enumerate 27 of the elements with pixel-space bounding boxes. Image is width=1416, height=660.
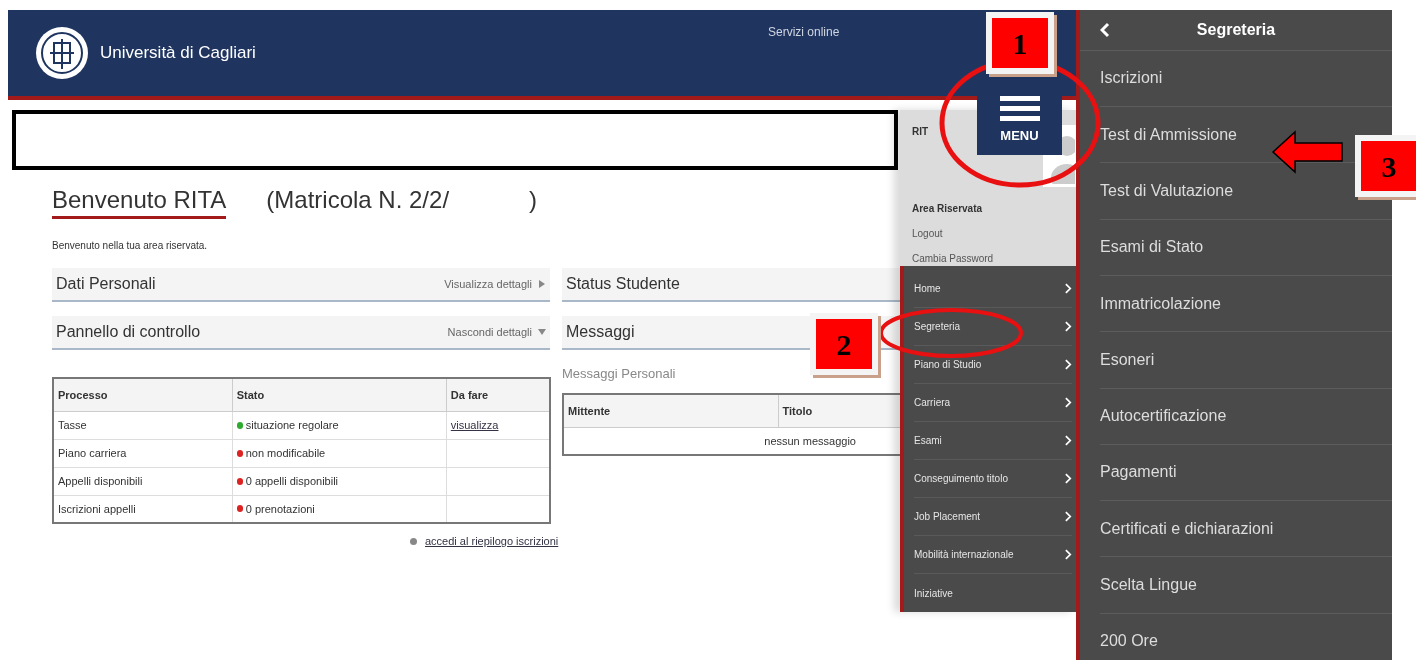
step-number-badge: 3 [1361, 141, 1416, 191]
column-header: Stato [232, 378, 447, 411]
table-cell: Piano carriera [53, 439, 233, 467]
section-title: Pannello di controllo [56, 322, 201, 342]
step-number-badge: 2 [816, 319, 872, 369]
empty-message-text: nessun messaggio [764, 434, 856, 447]
section-title: Status Studente [566, 274, 680, 294]
step-number-badge: 1 [992, 18, 1048, 68]
status-text: situazione regolare [245, 417, 339, 433]
matricola-text: (Matricola N. 2/2/ [266, 185, 450, 215]
section-title: Dati Personali [56, 274, 156, 294]
column-header: Processo [53, 378, 233, 411]
user-name: RIT [912, 125, 929, 139]
submenu-title: Segreteria [1195, 19, 1277, 40]
welcome-title: Benvenuto RITA [52, 188, 227, 219]
status-text: 0 prenotazioni [245, 501, 315, 517]
status-text: non modificabile [245, 445, 326, 461]
table-cell: Appelli disponibili [53, 467, 233, 495]
column-header: Mittente [563, 394, 778, 427]
closing-parenthesis: ) [529, 185, 538, 215]
table-cell: Tasse [53, 411, 233, 439]
status-text: 0 appelli disponibili [245, 473, 339, 489]
university-name: Università di Cagliari [100, 42, 256, 65]
messages-subtitle: Messaggi Personali [562, 365, 676, 383]
welcome-subtitle: Benvenuto nella tua area riservata. [52, 239, 208, 253]
section-title: Messaggi [566, 322, 635, 342]
area-title: Area Riservata [912, 202, 984, 216]
